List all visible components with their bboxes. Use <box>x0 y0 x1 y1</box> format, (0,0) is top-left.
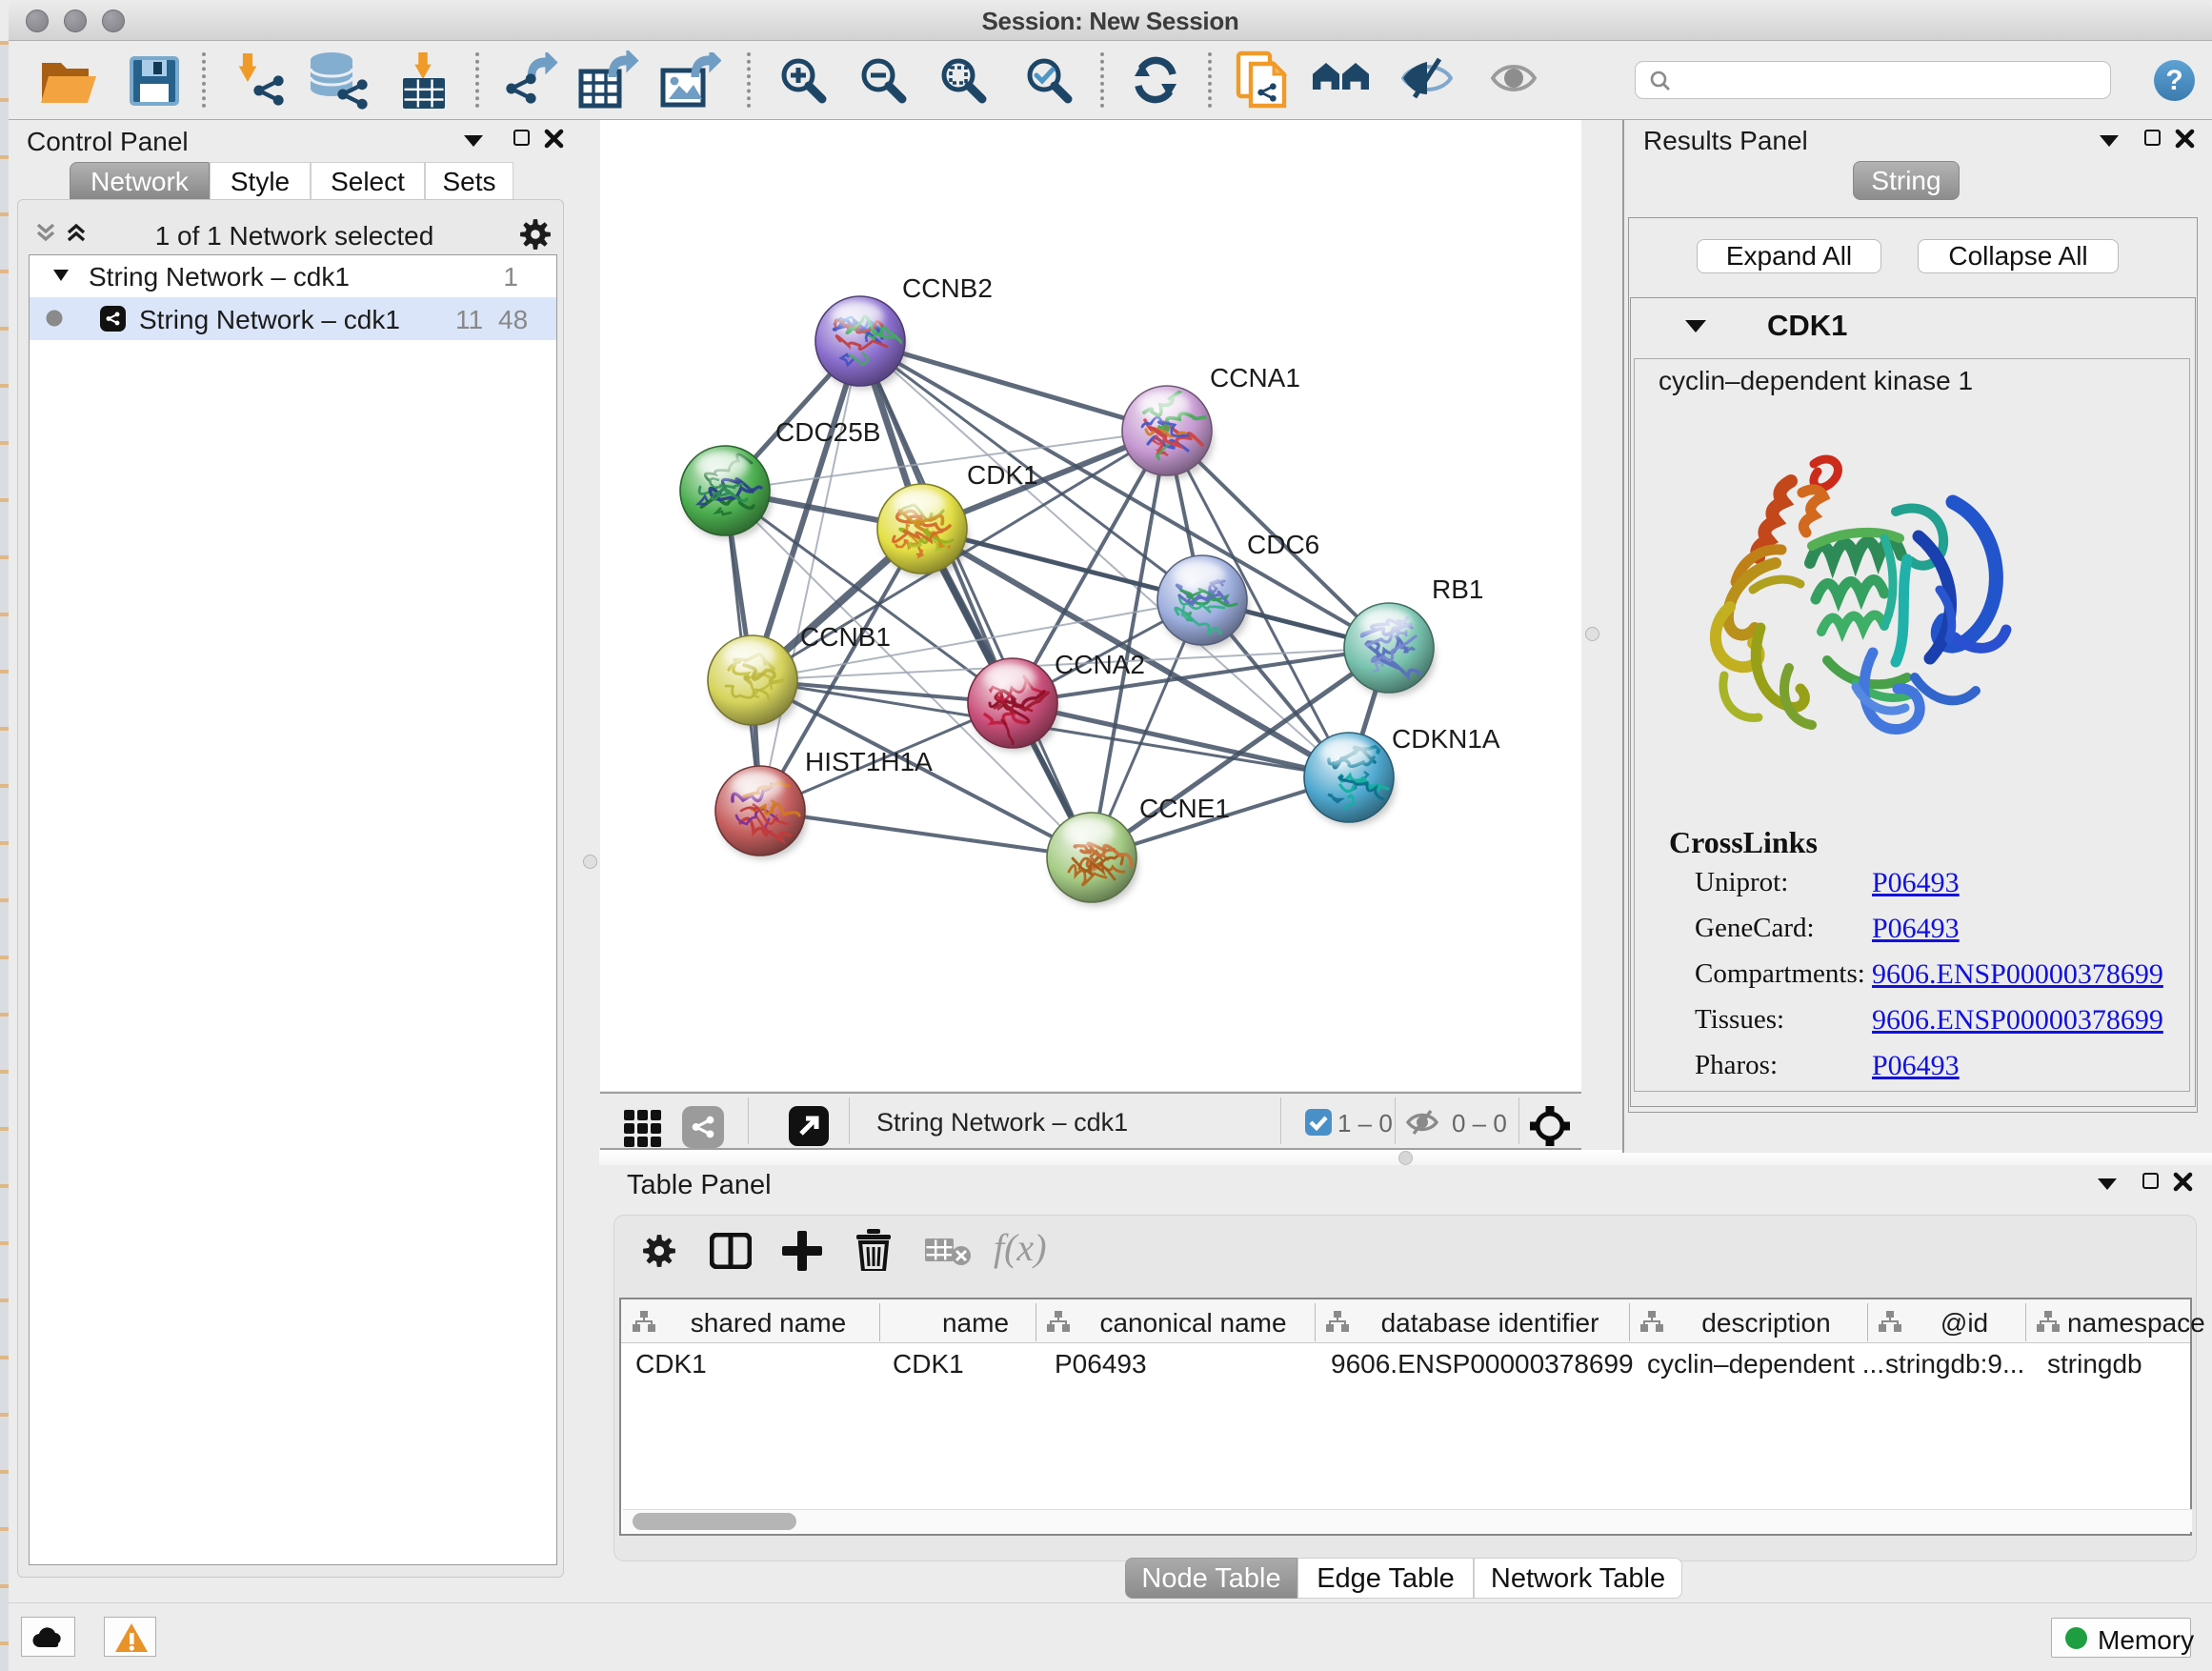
svg-text:CCNB1: CCNB1 <box>800 622 891 652</box>
svg-text:CDC25B: CDC25B <box>775 417 880 447</box>
svg-text:CDC6: CDC6 <box>1247 530 1319 559</box>
svg-text:CCNE1: CCNE1 <box>1139 794 1230 823</box>
svg-text:CCNA2: CCNA2 <box>1055 650 1145 679</box>
svg-text:CCNA1: CCNA1 <box>1210 363 1300 393</box>
svg-text:HIST1H1A: HIST1H1A <box>805 747 933 776</box>
svg-text:CDK1: CDK1 <box>967 460 1038 490</box>
svg-text:CCNB2: CCNB2 <box>902 273 993 303</box>
svg-text:RB1: RB1 <box>1432 574 1483 604</box>
svg-text:CDKN1A: CDKN1A <box>1392 724 1500 754</box>
